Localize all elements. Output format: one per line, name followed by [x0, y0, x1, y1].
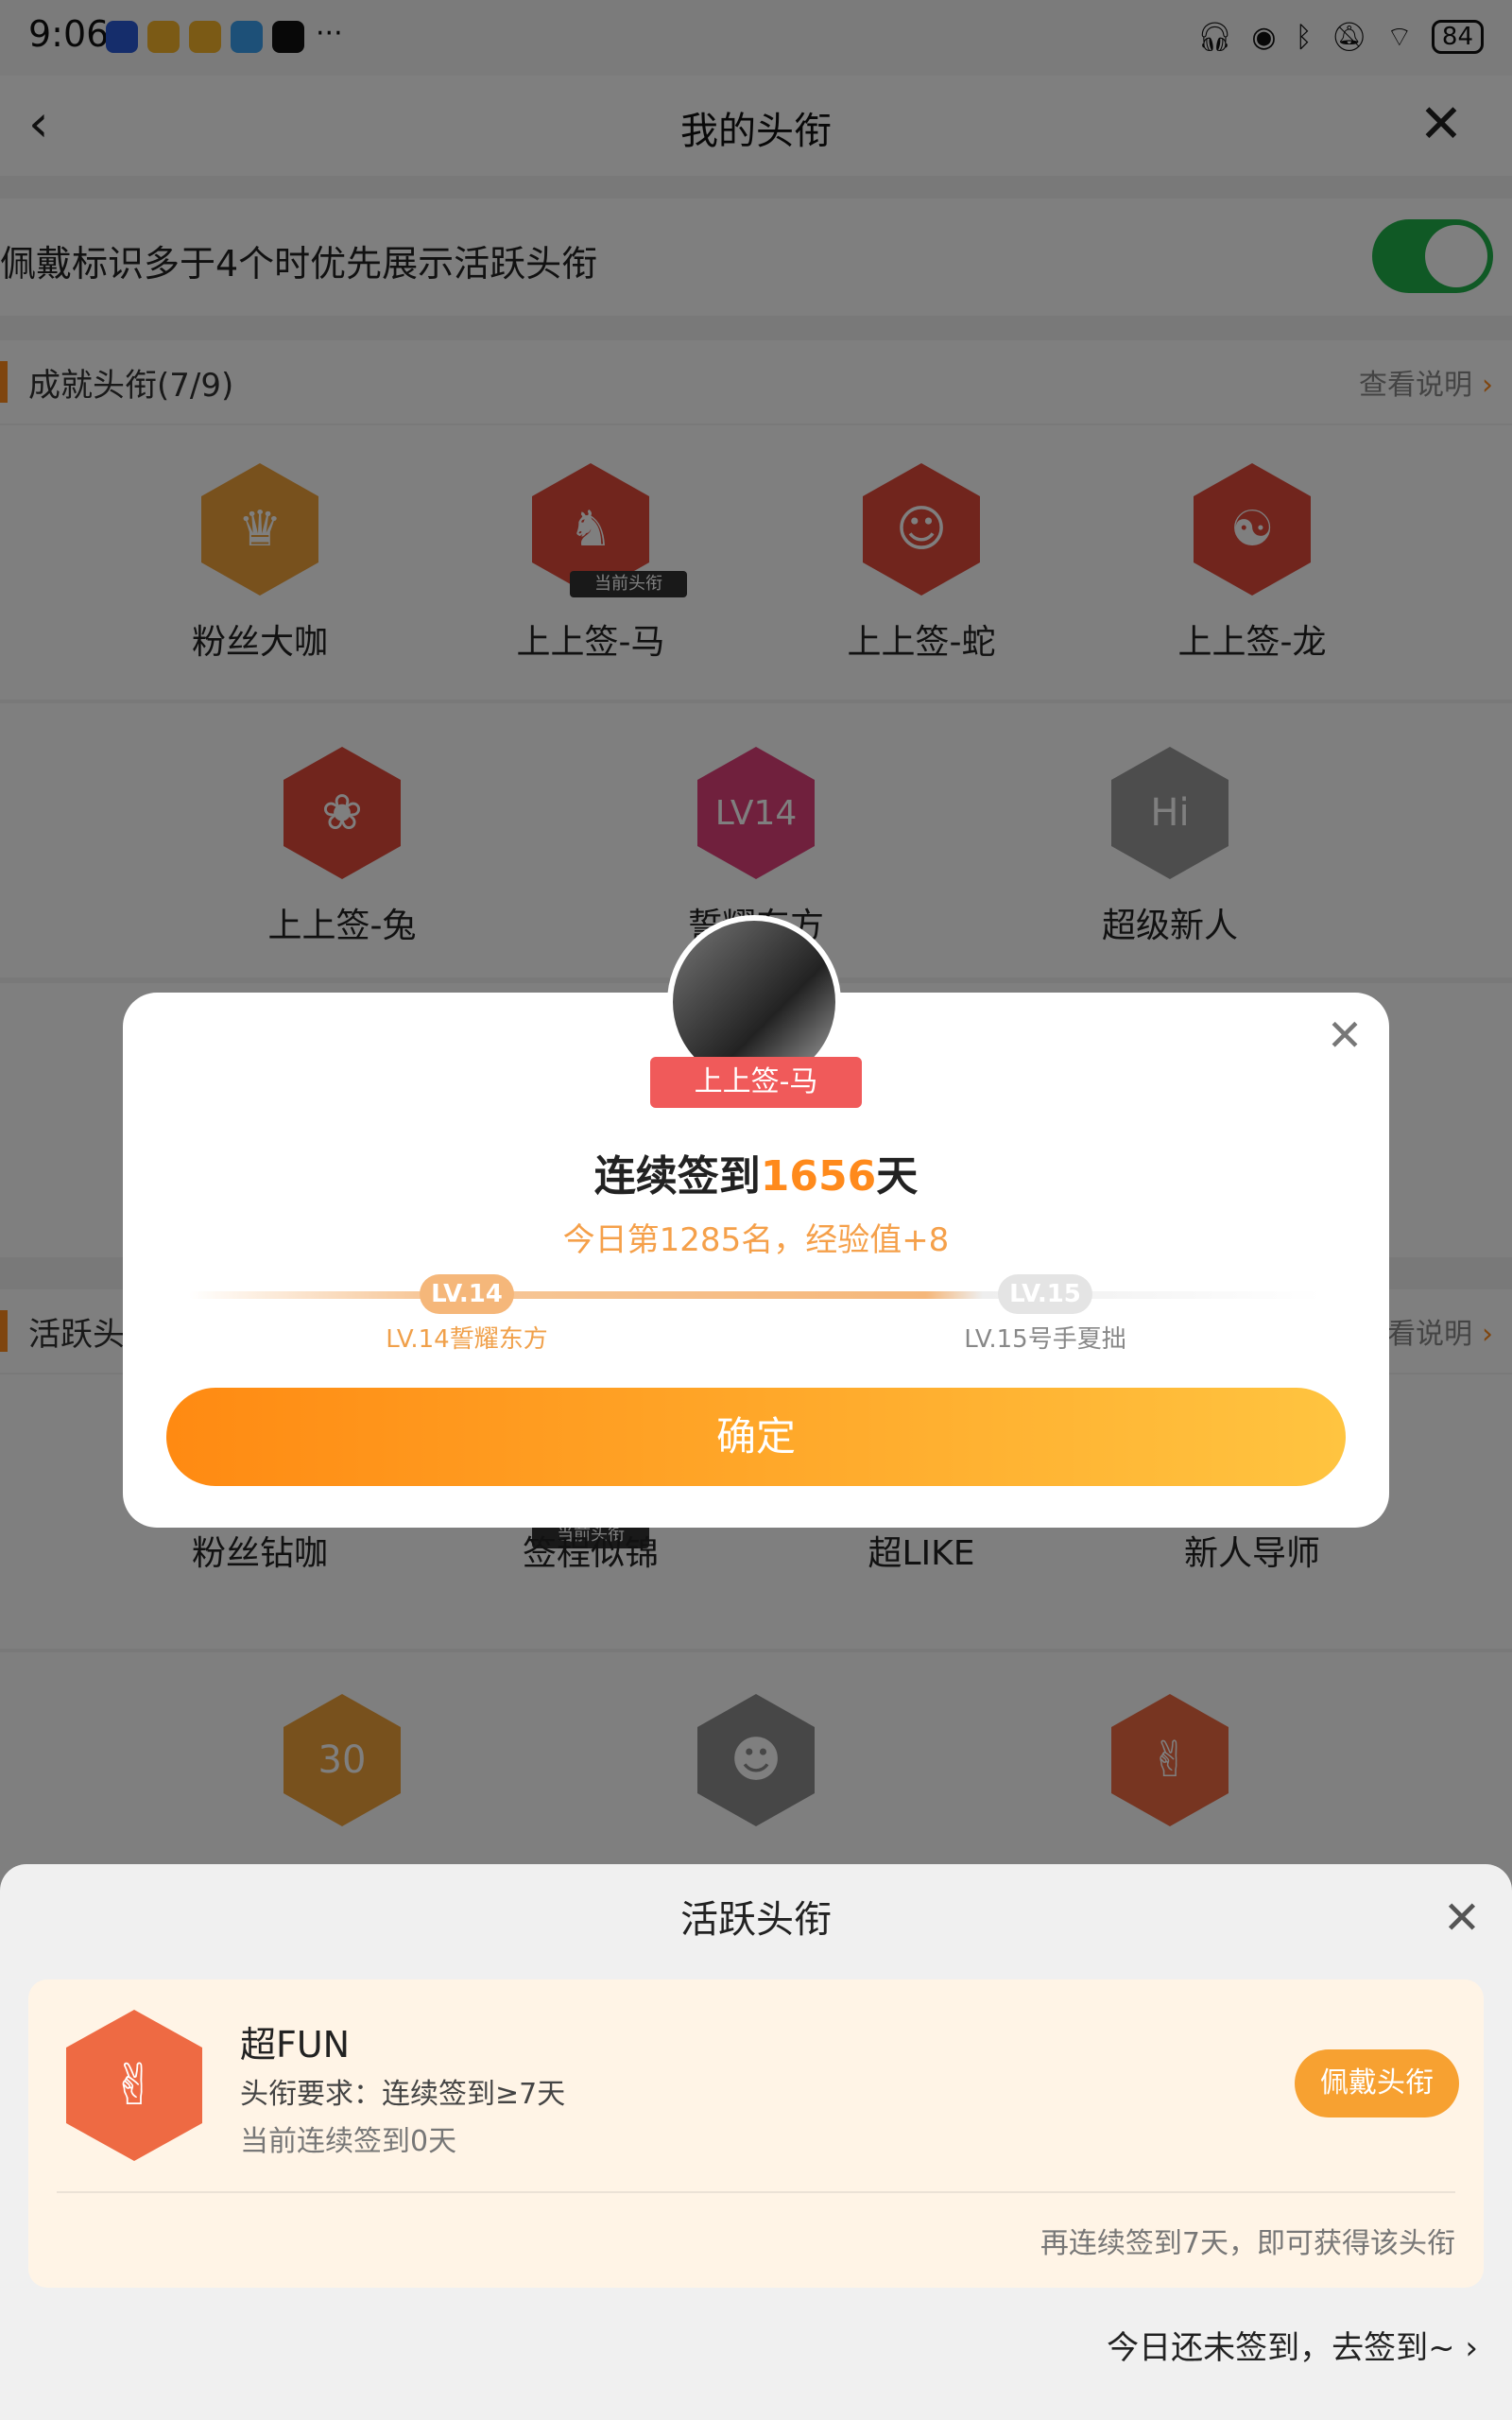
dialog-close-button[interactable]: ✕: [1321, 1011, 1368, 1059]
next-level-caption: LV.15号手夏拙: [964, 1325, 1126, 1354]
wear-title-button[interactable]: 佩戴头衔: [1295, 2049, 1459, 2118]
go-sign-in-link[interactable]: 今日还未签到，去签到~ ›: [1107, 2322, 1478, 2368]
current-level-caption: LV.14誓耀东方: [386, 1325, 548, 1354]
streak-days: 1656: [760, 1152, 877, 1201]
close-icon: ✕: [1326, 1010, 1364, 1061]
title-requirement: 头衔要求：连续签到≥7天: [240, 2078, 566, 2111]
streak-prefix: 连续签到: [593, 1152, 761, 1201]
streak-suffix: 天: [876, 1152, 919, 1201]
super-fun-badge-icon: ✌: [66, 2010, 202, 2161]
card-divider: [57, 2191, 1455, 2193]
level-progress-bar: [189, 1291, 1323, 1299]
confirm-button[interactable]: 确定: [166, 1388, 1346, 1486]
sheet-close-button[interactable]: ✕: [1438, 1894, 1486, 1942]
current-level-pill: LV.14: [420, 1274, 514, 1314]
streak-title: 连续签到1656天: [0, 1142, 1512, 1202]
sheet-title: 活跃头衔: [680, 1898, 832, 1942]
current-title-ribbon: 上上签-马: [650, 1057, 862, 1108]
next-level-pill: LV.15: [998, 1274, 1092, 1314]
close-icon: ✕: [1442, 1892, 1482, 1945]
sign-link-label: 今日还未签到，去签到~: [1107, 2329, 1455, 2367]
unlock-tip: 再连续签到7天，即可获得该头衔: [1040, 2227, 1455, 2260]
chevron-right-icon: ›: [1465, 2329, 1478, 2367]
rank-exp-text: 今日第1285名，经验值+8: [562, 1221, 950, 1259]
title-name: 超FUN: [240, 2024, 351, 2066]
current-streak: 当前连续签到0天: [240, 2125, 457, 2158]
